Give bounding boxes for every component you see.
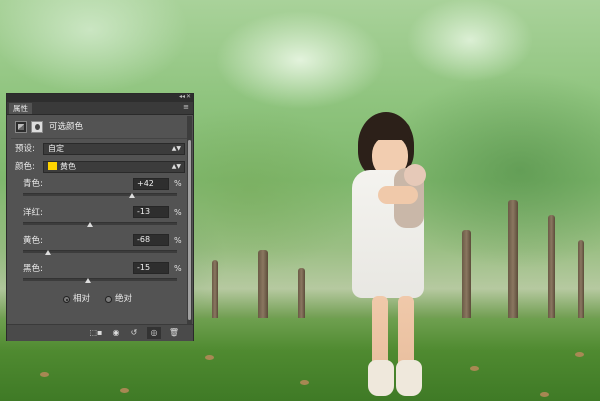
slider-thumb[interactable] — [129, 193, 136, 198]
fallen-leaf — [470, 366, 479, 371]
girl-shoe — [368, 360, 394, 396]
percent-unit: % — [174, 264, 182, 273]
chevron-updown-icon: ▲▼ — [171, 163, 181, 170]
view-previous-state-icon[interactable]: ◉ — [109, 327, 123, 339]
percent-unit: % — [174, 236, 182, 245]
tab-properties[interactable]: 属性 — [9, 103, 32, 114]
slider-label: 黄色: — [23, 236, 43, 246]
clip-to-layer-icon[interactable]: ⬚▪ — [89, 327, 103, 339]
girl-figure — [348, 112, 438, 398]
slider-track[interactable] — [23, 193, 177, 196]
slider-label: 黑色: — [23, 264, 43, 274]
magenta-value-input[interactable]: -13 — [133, 206, 169, 218]
properties-panel: ◂◂ ✕ 属性 ≡ 可选颜色 预设: 自定 ▲▼ 颜色: 黄色 ▲▼ 青色: +… — [6, 93, 194, 341]
preset-label: 预设: — [15, 144, 35, 154]
bottom-toolbar: ⬚▪ ◉ ↺ ◎ 🗑 — [7, 324, 193, 341]
radio-relative-label: 相对 — [73, 294, 91, 304]
visibility-icon[interactable]: ◎ — [147, 327, 161, 339]
slider-thumb[interactable] — [85, 278, 92, 283]
black-value-input[interactable]: -15 — [133, 262, 169, 274]
delete-icon[interactable]: 🗑 — [167, 327, 181, 339]
slider-track[interactable] — [23, 222, 177, 225]
girl-arm — [378, 186, 418, 204]
fallen-leaf — [300, 380, 309, 385]
collapse-panel-icon[interactable]: ◂◂ — [179, 94, 185, 100]
color-label: 颜色: — [15, 162, 35, 172]
yellow-swatch-icon — [48, 162, 57, 170]
tree-trunk — [508, 200, 518, 335]
yellow-value-input[interactable]: -68 — [133, 234, 169, 246]
radio-absolute[interactable] — [105, 296, 112, 303]
slider-track[interactable] — [23, 278, 177, 281]
teddy-bear-head — [404, 164, 426, 186]
close-panel-icon[interactable]: ✕ — [186, 94, 191, 100]
divider — [11, 138, 189, 139]
preset-value: 自定 — [48, 144, 64, 153]
color-dropdown[interactable]: 黄色 ▲▼ — [43, 161, 185, 173]
slider-thumb[interactable] — [44, 250, 51, 255]
fallen-leaf — [205, 355, 214, 360]
preset-dropdown[interactable]: 自定 ▲▼ — [43, 143, 185, 155]
cyan-value-input[interactable]: +42 — [133, 178, 169, 190]
percent-unit: % — [174, 208, 182, 217]
panel-tab-row: 属性 ≡ — [7, 102, 193, 115]
fallen-leaf — [120, 388, 129, 393]
slider-thumb[interactable] — [86, 222, 93, 227]
girl-shoe — [396, 360, 422, 396]
chevron-updown-icon: ▲▼ — [171, 145, 181, 152]
girl-leg — [398, 296, 414, 370]
girl-leg — [372, 296, 388, 370]
adjustment-title: 可选颜色 — [49, 122, 84, 132]
slider-label: 洋红: — [23, 208, 43, 218]
slider-label: 青色: — [23, 179, 43, 189]
radio-relative[interactable] — [63, 296, 70, 303]
fallen-leaf — [40, 372, 49, 377]
selective-color-adjustment-icon[interactable] — [15, 121, 27, 133]
percent-unit: % — [174, 179, 182, 188]
fallen-leaf — [540, 392, 549, 397]
panel-menu-icon[interactable]: ≡ — [183, 104, 189, 111]
reset-icon[interactable]: ↺ — [127, 327, 141, 339]
color-value: 黄色 — [60, 162, 76, 171]
radio-absolute-label: 绝对 — [115, 294, 133, 304]
layer-mask-icon[interactable] — [31, 121, 43, 133]
scrollbar-thumb[interactable] — [188, 140, 191, 320]
panel-titlebar[interactable]: ◂◂ ✕ — [7, 94, 193, 102]
tree-trunk — [548, 215, 555, 333]
fallen-leaf — [575, 352, 584, 357]
girl-fringe — [366, 118, 410, 140]
